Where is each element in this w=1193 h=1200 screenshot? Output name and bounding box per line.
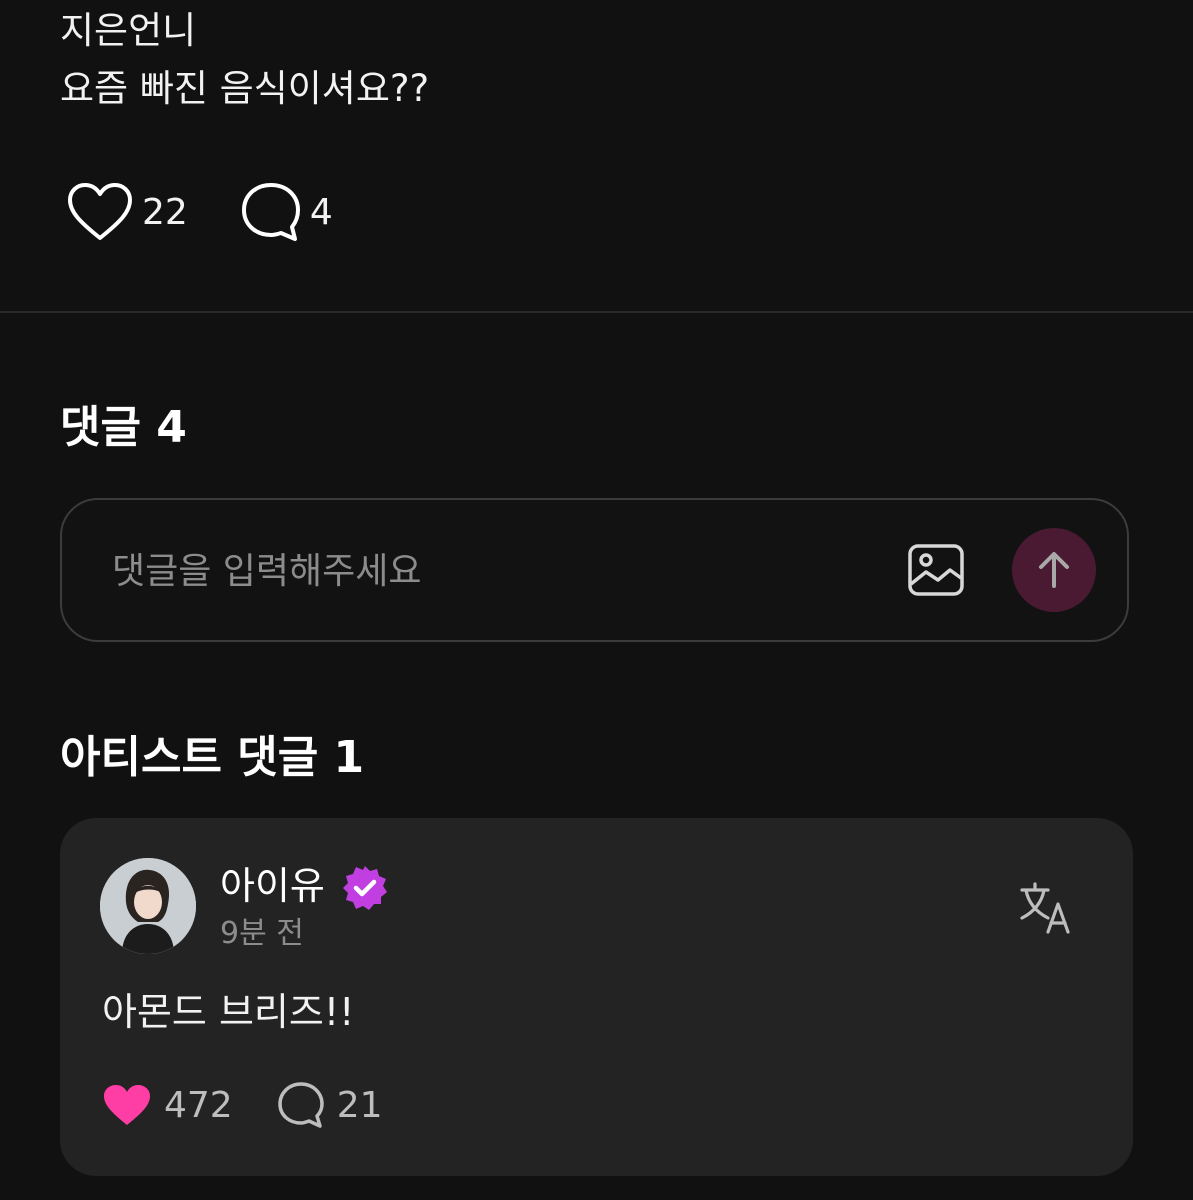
comment-input-box <box>60 498 1129 642</box>
verified-badge-icon <box>343 866 387 910</box>
avatar[interactable] <box>100 858 196 954</box>
send-button[interactable] <box>1012 528 1096 612</box>
comments-title: 댓글 4 <box>60 402 187 453</box>
translate-icon <box>1020 882 1070 934</box>
comment-text: 아몬드 브리즈!! <box>102 990 355 1034</box>
avatar-photo <box>100 858 196 954</box>
comment-bubble-icon <box>241 183 300 241</box>
arrow-up-icon <box>1039 552 1069 588</box>
artist-comments-title: 아티스트 댓글 1 <box>60 732 365 783</box>
post-like-count: 22 <box>142 191 188 233</box>
comment-actions: 472 21 <box>102 1080 427 1130</box>
comment-reply-count: 21 <box>336 1084 383 1126</box>
comment-input[interactable] <box>110 540 874 602</box>
post-body: 지은언니 요즘 빠진 음식이셔요?? <box>60 2 429 118</box>
author-name[interactable]: 아이유 <box>220 862 325 910</box>
post-like-button[interactable]: 22 <box>66 182 188 242</box>
heart-icon <box>68 183 132 240</box>
comment-timestamp: 9분 전 <box>220 916 304 951</box>
post-comment-button[interactable]: 4 <box>240 181 333 243</box>
heart-filled-icon <box>104 1085 150 1125</box>
post-actions: 22 4 <box>66 182 385 242</box>
artist-comment-card[interactable]: 아이유 9분 전 아몬드 브리즈!! 472 21 <box>60 818 1133 1176</box>
comment-like-count: 472 <box>164 1084 233 1126</box>
translate-button[interactable] <box>1018 880 1074 936</box>
post-comment-count: 4 <box>309 191 333 233</box>
post-line-2: 요즘 빠진 음식이셔요?? <box>60 67 430 110</box>
post-line-1: 지은언니 <box>60 9 197 52</box>
comment-like-button[interactable]: 472 <box>102 1083 233 1127</box>
comment-bubble-icon <box>277 1082 324 1128</box>
attach-image-button[interactable] <box>906 542 966 598</box>
image-icon <box>908 544 964 596</box>
comment-reply-button[interactable]: 21 <box>277 1081 383 1129</box>
section-divider <box>0 311 1193 313</box>
